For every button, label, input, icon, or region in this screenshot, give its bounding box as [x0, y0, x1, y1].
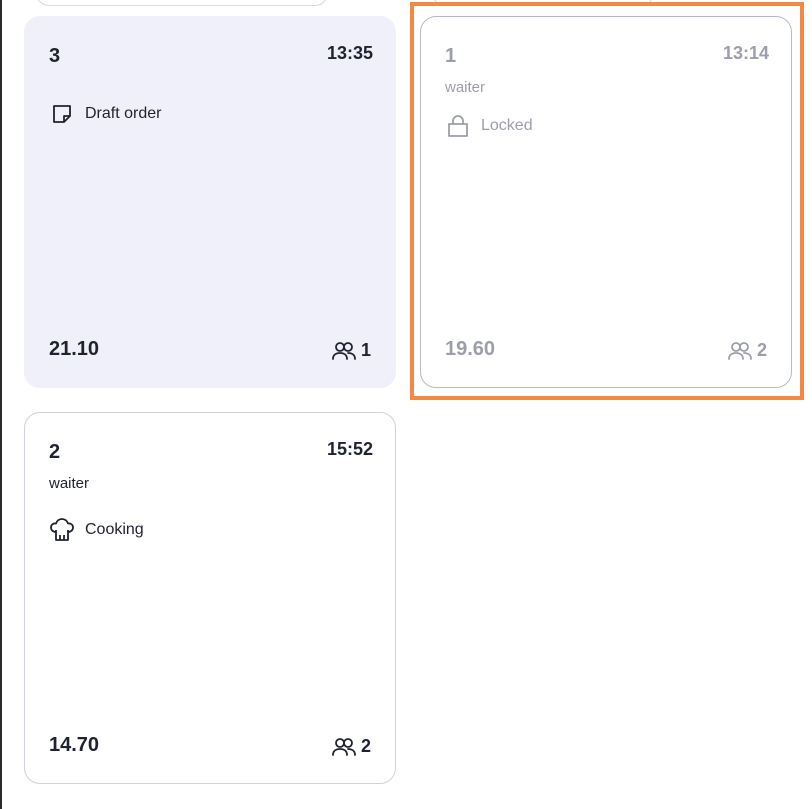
order-time: 13:35: [326, 43, 373, 63]
order-card-draft[interactable]: 3 13:35 Draft order 21.10 1: [24, 16, 396, 388]
order-number: 1: [445, 45, 457, 67]
guest-count-value: 1: [360, 340, 371, 360]
order-waiter: waiter: [49, 475, 90, 492]
order-status: Locked: [445, 113, 533, 139]
order-number: 2: [49, 441, 61, 463]
order-total: 21.10: [49, 338, 100, 360]
lock-icon: [445, 113, 471, 139]
order-status-label: Cooking: [85, 521, 144, 538]
order-status-label: Locked: [481, 117, 533, 134]
order-waiter: waiter: [445, 79, 486, 96]
guest-count: 1: [331, 340, 371, 361]
order-total: 14.70: [49, 734, 100, 756]
guest-count: 2: [331, 736, 371, 757]
guests-icon: [331, 737, 357, 757]
order-status: Draft order: [49, 101, 161, 127]
order-status-label: Draft order: [85, 105, 162, 122]
draft-note-icon: [49, 101, 75, 127]
guest-count: 2: [727, 340, 767, 361]
order-card-locked[interactable]: 1 13:14 waiter Locked 19.60 2: [420, 16, 792, 388]
guests-icon: [331, 341, 357, 361]
order-card-cooking[interactable]: 2 15:52 waiter Cooking 14.70 2: [24, 412, 396, 784]
order-card-partial[interactable]: [432, 0, 654, 6]
guest-count-value: 2: [756, 340, 767, 360]
order-time: 13:14: [722, 43, 769, 63]
chef-hat-icon: [49, 517, 75, 543]
order-time: 15:52: [326, 439, 373, 459]
order-card-partial[interactable]: [36, 0, 328, 6]
order-number: 3: [49, 45, 61, 67]
order-total: 19.60: [445, 338, 496, 360]
order-status: Cooking: [49, 517, 144, 543]
order-grid: 3 13:35 Draft order 21.10 1 1 13:14 wait…: [0, 0, 812, 809]
guests-icon: [727, 341, 753, 361]
guest-count-value: 2: [360, 736, 371, 756]
